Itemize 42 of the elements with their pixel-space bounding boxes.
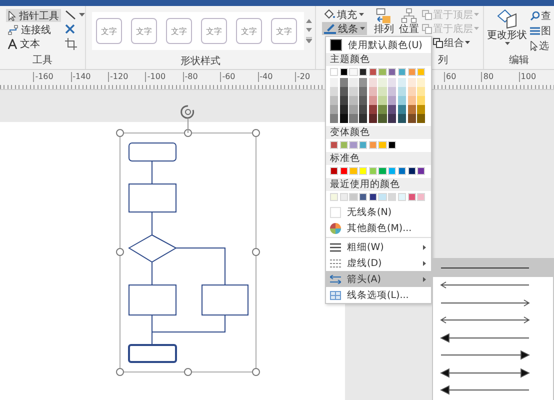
ruler-label: -160 xyxy=(33,72,54,82)
menu-item[interactable]: 使用默认颜色(U) xyxy=(326,37,431,53)
style-swatch[interactable]: 文字 xyxy=(96,18,122,44)
style-swatch[interactable]: 文字 xyxy=(271,18,297,44)
section-header: 主题颜色 xyxy=(326,53,431,66)
menu-item[interactable]: 无线条(N) xyxy=(326,204,431,220)
edit-button[interactable]: 选 xyxy=(530,39,551,52)
ruler-label: -100 xyxy=(145,72,166,82)
format-button[interactable]: 填充 xyxy=(322,8,366,21)
edit-button[interactable]: 查 xyxy=(530,9,551,22)
group-label: 编辑 xyxy=(509,54,529,68)
ruler-label: -140 xyxy=(70,72,91,82)
group-label: 形状样式 xyxy=(180,55,220,69)
menu-item[interactable]: 粗细(W) xyxy=(326,239,431,255)
style-swatch[interactable]: 文字 xyxy=(201,18,227,44)
tool-button[interactable]: 指针工具 xyxy=(6,9,61,22)
style-swatch[interactable]: 文字 xyxy=(236,18,262,44)
tool-button[interactable]: 文本 xyxy=(6,37,61,50)
menu-item[interactable]: 其他颜色(M)... xyxy=(326,220,431,236)
ruler-label: 100 xyxy=(518,72,536,82)
change-shape-button[interactable]: 更改形状 xyxy=(486,6,528,54)
menu-item[interactable]: 线条选项(L)... xyxy=(326,287,431,303)
section-header: 变体颜色 xyxy=(326,126,431,139)
style-swatch[interactable]: 文字 xyxy=(166,18,192,44)
section-header: 最近使用的颜色 xyxy=(326,178,431,191)
arrange-menu-button[interactable]: 组合 xyxy=(433,36,479,49)
ruler-label: 80 xyxy=(481,72,494,82)
tool-button[interactable]: 连接线 xyxy=(6,23,61,36)
format-button[interactable]: 线条 xyxy=(322,22,367,35)
ruler-label: -20 xyxy=(295,72,310,82)
group-label: 工具 xyxy=(32,54,52,68)
ruler-label: -60 xyxy=(220,72,236,82)
ruler-label: 60 xyxy=(444,72,456,82)
style-swatch[interactable]: 文字 xyxy=(131,18,157,44)
ruler-label: -40 xyxy=(258,72,273,82)
section-header: 标准色 xyxy=(326,152,431,165)
ruler-label: -120 xyxy=(108,72,128,82)
ruler-label: -80 xyxy=(182,72,198,82)
menu-item[interactable]: 箭头(A) xyxy=(326,271,431,287)
edit-button[interactable]: 图 xyxy=(530,24,551,37)
menu-item[interactable]: 虚线(D) xyxy=(326,255,431,271)
group-label: 列 xyxy=(438,54,448,68)
